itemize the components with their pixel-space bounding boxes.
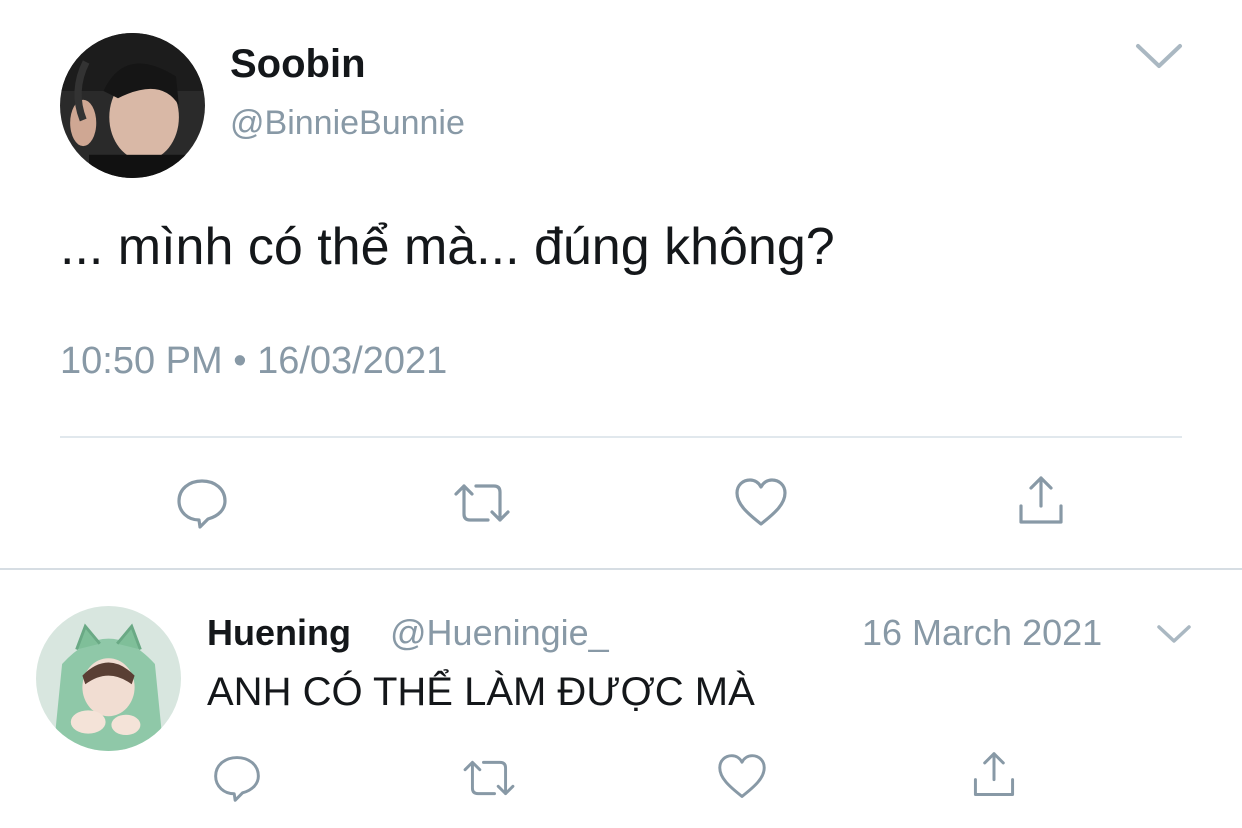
- share-icon[interactable]: [1013, 472, 1069, 530]
- like-icon[interactable]: [733, 476, 789, 530]
- reply-author-avatar[interactable]: [36, 606, 181, 751]
- tweet-date: 16/03/2021: [257, 340, 448, 382]
- divider: [60, 436, 1182, 438]
- retweet-icon[interactable]: [452, 478, 512, 528]
- chevron-down-icon[interactable]: [1154, 620, 1194, 648]
- share-icon[interactable]: [968, 748, 1020, 802]
- avatar-photo: [60, 33, 205, 178]
- section-divider: [0, 568, 1242, 570]
- reply-author-handle[interactable]: @Hueningie_: [390, 612, 609, 654]
- chevron-down-icon[interactable]: [1132, 38, 1186, 74]
- reply-text: ANH CÓ THỂ LÀM ĐƯỢC MÀ: [207, 670, 755, 714]
- retweet-icon[interactable]: [460, 755, 518, 801]
- reply-icon[interactable]: [210, 752, 264, 804]
- tweet-time: 10:50 PM: [60, 340, 223, 382]
- tweet-timestamp: 10:50 PM • 16/03/2021: [60, 340, 447, 383]
- tweet-text: ... mình có thể mà... đúng không?: [60, 218, 835, 276]
- reply-icon[interactable]: [174, 475, 230, 531]
- author-handle[interactable]: @BinnieBunnie: [230, 104, 465, 143]
- avatar-photo: [36, 606, 181, 751]
- timestamp-separator: •: [233, 340, 247, 382]
- author-name[interactable]: Soobin: [230, 42, 366, 87]
- like-icon[interactable]: [716, 752, 768, 802]
- reply-author-name[interactable]: Huening: [207, 612, 351, 654]
- reply-date[interactable]: 16 March 2021: [862, 612, 1102, 654]
- author-avatar[interactable]: [60, 33, 205, 178]
